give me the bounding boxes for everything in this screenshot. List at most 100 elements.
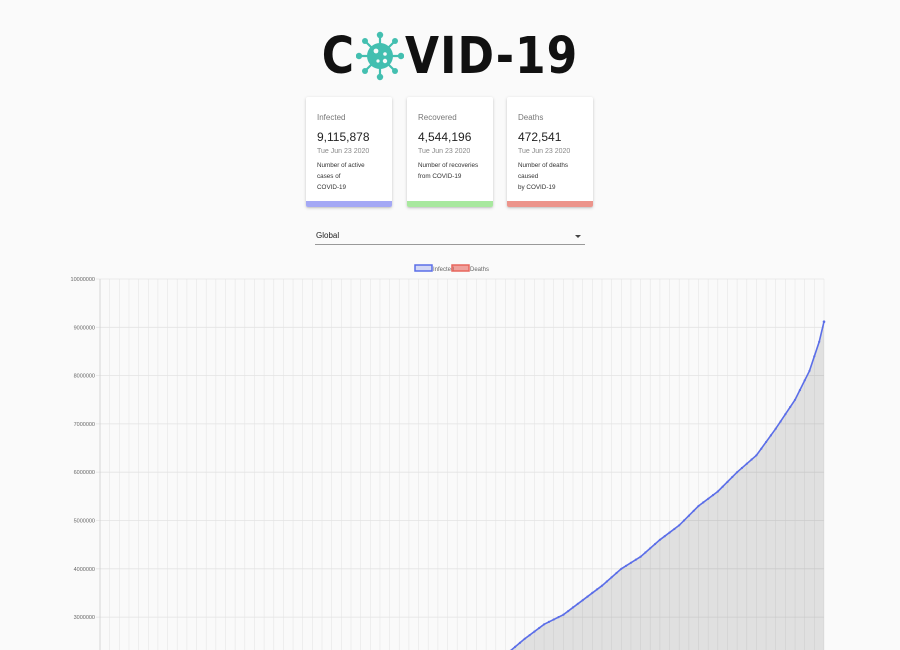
infected-point [562, 613, 565, 616]
infected-point [711, 494, 715, 497]
y-tick-label: 4000000 [74, 567, 95, 573]
infected-point [818, 340, 821, 343]
infected-point [586, 595, 589, 598]
infected-point [678, 524, 681, 527]
y-tick-label: 8000000 [74, 374, 95, 380]
infected-point [716, 490, 719, 493]
infected-point [803, 379, 806, 382]
infected-point [789, 405, 792, 409]
legend-swatch [451, 264, 470, 272]
infected-point [736, 471, 739, 474]
infected-point [552, 618, 555, 621]
infected-point [576, 602, 579, 605]
card-color-bar [507, 201, 593, 207]
infected-point [625, 564, 628, 567]
infected-point [697, 504, 700, 508]
infected-point [654, 542, 657, 546]
infected-point [538, 626, 541, 630]
infected-point [726, 480, 729, 483]
infected-point [769, 434, 773, 437]
infected-point [514, 645, 517, 648]
country-select[interactable]: Global [315, 229, 585, 245]
y-tick-label: 9000000 [74, 325, 95, 331]
infected-point [721, 485, 724, 488]
infected-point [692, 509, 695, 512]
y-tick-label: 7000000 [74, 422, 95, 428]
infected-point [523, 637, 526, 640]
card-count: 4,544,196 [418, 130, 472, 144]
card-count: 472,541 [518, 130, 562, 144]
infected-point [605, 580, 608, 583]
y-tick-label: 3000000 [74, 615, 95, 621]
infected-point [533, 630, 536, 633]
card-deaths: Deaths 472,541 Tue Jun 23 2020 Number of… [507, 97, 593, 207]
infected-point [779, 420, 782, 423]
infected-area-fill [510, 321, 824, 650]
legend-label: Infected [433, 267, 454, 273]
app-logo: C VID-19 [0, 26, 900, 88]
infected-point [740, 466, 744, 470]
infected-point [663, 535, 666, 538]
infected-point [615, 571, 618, 575]
infected-point [547, 620, 551, 623]
y-tick-label: 6000000 [74, 470, 95, 476]
infected-point [528, 634, 531, 637]
infected-point [745, 462, 748, 465]
infected-point [600, 584, 604, 587]
infected-point [687, 514, 691, 517]
infected-point [591, 591, 594, 594]
card-infected: Infected 9,115,878 Tue Jun 23 2020 Numbe… [306, 97, 392, 207]
infected-point [543, 623, 546, 626]
legend-label: Deaths [470, 267, 489, 273]
country-select-value: Global [316, 231, 340, 240]
legend-swatch [414, 264, 433, 272]
card-recovered: Recovered 4,544,196 Tue Jun 23 2020 Numb… [407, 97, 493, 207]
infected-point [567, 610, 570, 613]
card-label: Recovered [418, 113, 457, 122]
logo-text-left: C [321, 26, 356, 86]
card-description: Number of deaths caused by COVID-19 [518, 162, 569, 191]
card-date: Tue Jun 23 2020 [518, 148, 571, 155]
card-date: Tue Jun 23 2020 [317, 148, 370, 155]
infected-point [639, 555, 642, 558]
infected-point [731, 475, 734, 479]
infected-point [750, 458, 753, 461]
infected-point [518, 641, 522, 644]
infected-point [793, 398, 797, 401]
infected-point [774, 427, 777, 430]
infected-point [707, 497, 710, 500]
infected-point [596, 588, 599, 591]
logo-text-right: VID-19 [405, 26, 579, 86]
y-tick-label: 10000000 [71, 277, 95, 283]
infected-point [822, 320, 826, 324]
infected-point [557, 616, 560, 619]
infected-point [813, 355, 816, 358]
infected-point [581, 599, 584, 602]
y-tick-label: 5000000 [74, 519, 95, 525]
card-color-bar [407, 201, 493, 207]
infected-point [673, 527, 676, 531]
card-description: Number of recoveries from COVID-19 [418, 162, 479, 180]
infected-point [760, 447, 763, 450]
infected-point [620, 567, 623, 570]
infected-point [629, 561, 633, 564]
card-count: 9,115,878 [317, 130, 370, 144]
infected-point [798, 389, 802, 392]
infected-point [755, 454, 758, 457]
card-color-bar [306, 201, 392, 207]
virus-icon [356, 31, 405, 81]
card-description: Number of active cases of COVID-19 [317, 162, 365, 191]
infected-point [644, 551, 647, 554]
infected-point [784, 413, 787, 416]
infected-point [634, 558, 637, 561]
infected-point [808, 369, 811, 372]
infected-point [610, 576, 613, 579]
infected-point [668, 531, 671, 534]
infected-point [765, 440, 768, 444]
infected-point [658, 538, 662, 541]
stat-cards: Infected 9,115,878 Tue Jun 23 2020 Numbe… [306, 97, 596, 209]
card-label: Infected [317, 113, 346, 122]
infected-point [571, 606, 575, 609]
card-label: Deaths [518, 113, 544, 122]
caret-down-icon[interactable] [575, 235, 581, 238]
